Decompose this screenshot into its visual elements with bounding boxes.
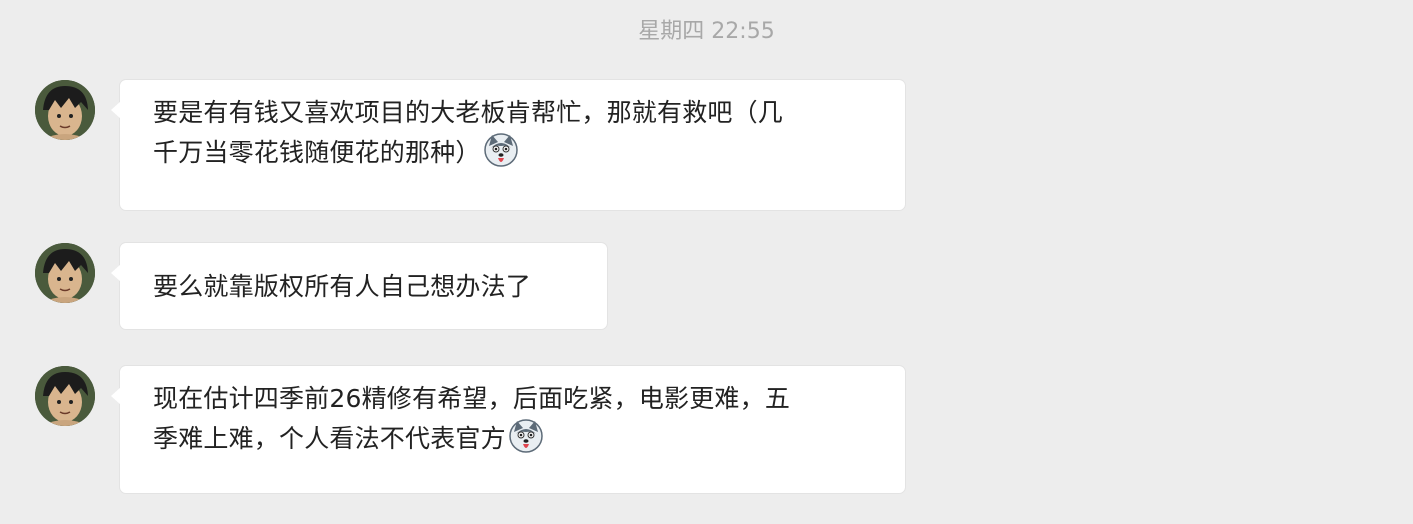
- avatar[interactable]: [35, 366, 95, 426]
- husky-emoji-icon: [509, 419, 543, 453]
- avatar-icon: [35, 80, 95, 140]
- message-text-line: 要是有有钱又喜欢项目的大老板肯帮忙，那就有救吧（几: [153, 98, 784, 127]
- avatar-icon: [35, 366, 95, 426]
- avatar[interactable]: [35, 243, 95, 303]
- message-bubble[interactable]: 现在估计四季前26精修有希望，后面吃紧，电影更难，五 季难上难，个人看法不代表官…: [111, 366, 905, 493]
- husky-emoji-icon: [483, 133, 518, 167]
- avatar-icon: [35, 243, 95, 303]
- message-bubble[interactable]: 要么就靠版权所有人自己想办法了: [111, 243, 607, 329]
- chat-timestamp: 星期四 22:55: [638, 19, 775, 44]
- message-text-line: 季难上难，个人看法不代表官方: [153, 424, 506, 453]
- message-text-line: 千万当零花钱随便花的那种）: [153, 138, 481, 167]
- message-text-line-with-emoji: 千万当零花钱随便花的那种）: [153, 132, 871, 172]
- message-bubble[interactable]: 要是有有钱又喜欢项目的大老板肯帮忙，那就有救吧（几 千万当零花钱随便花的那种）: [111, 80, 905, 210]
- message-text-line: 要么就靠版权所有人自己想办法了: [153, 272, 532, 301]
- message-text-line: 现在估计四季前26精修有希望，后面吃紧，电影更难，五: [153, 384, 791, 413]
- message-text-line-with-emoji: 季难上难，个人看法不代表官方: [153, 418, 871, 458]
- avatar[interactable]: [35, 80, 95, 140]
